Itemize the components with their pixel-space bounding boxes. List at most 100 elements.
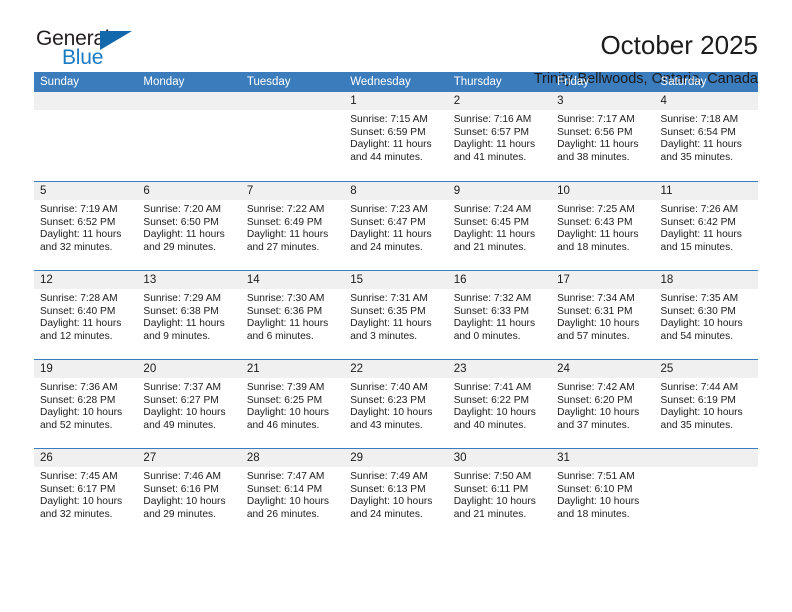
calendar-day-cell[interactable]: 17 Sunrise: 7:34 AM Sunset: 6:31 PM Dayligh… — [551, 271, 655, 359]
daylight-text-line2: and 43 minutes. — [350, 419, 423, 431]
calendar-day-cell[interactable]: 30 Sunrise: 7:50 AM Sunset: 6:11 PM Dayligh… — [447, 449, 552, 537]
sunrise-text: Sunrise: 7:37 AM — [143, 382, 222, 393]
day-number: 27 — [137, 449, 241, 467]
daylight-text-line1: Daylight: 11 hours — [143, 229, 225, 241]
calendar-day-cell[interactable]: 13 Sunrise: 7:29 AM Sunset: 6:38 PM Dayligh… — [137, 271, 241, 359]
calendar-day-cell[interactable]: 31 Sunrise: 7:51 AM Sunset: 6:10 PM Dayligh… — [551, 449, 655, 537]
day-number — [34, 92, 138, 110]
calendar-day-cell[interactable]: 27 Sunrise: 7:46 AM Sunset: 6:16 PM Dayligh… — [137, 449, 241, 537]
sunset-text: Sunset: 6:20 PM — [557, 394, 633, 406]
sunset-text: Sunset: 6:36 PM — [246, 305, 323, 317]
daylight-text-line2: and 35 minutes. — [660, 419, 734, 431]
sunset-text: Sunset: 6:54 PM — [660, 126, 736, 138]
day-number: 4 — [654, 92, 758, 110]
sunset-text: Sunset: 6:47 PM — [350, 216, 426, 228]
day-number: 5 — [34, 182, 138, 200]
sunrise-text: Sunrise: 7:44 AM — [660, 382, 739, 393]
sunrise-text: Sunrise: 7:18 AM — [660, 114, 739, 125]
calendar-day-cell[interactable]: 16 Sunrise: 7:32 AM Sunset: 6:33 PM Dayligh… — [447, 271, 552, 359]
calendar-day-cell[interactable]: 11 Sunrise: 7:26 AM Sunset: 6:42 PM Dayligh… — [654, 182, 758, 270]
calendar-day-cell[interactable]: 20 Sunrise: 7:37 AM Sunset: 6:27 PM Dayligh… — [137, 360, 241, 448]
calendar-day-cell[interactable]: 18 Sunrise: 7:35 AM Sunset: 6:30 PM Dayligh… — [654, 271, 758, 359]
day-number: 1 — [344, 92, 448, 110]
calendar-day-cell[interactable]: 1 Sunrise: 7:15 AM Sunset: 6:59 PM Daylight… — [344, 92, 448, 181]
sunset-text: Sunset: 6:17 PM — [40, 483, 116, 495]
calendar-day-cell[interactable]: 26 Sunrise: 7:45 AM Sunset: 6:17 PM Dayligh… — [34, 449, 138, 537]
sunrise-text: Sunrise: 7:26 AM — [660, 204, 739, 215]
day-sun-info: Sunrise: 7:41 AM Sunset: 6:22 PM Daylight:… — [448, 378, 551, 432]
sunset-text: Sunset: 6:43 PM — [557, 216, 633, 228]
calendar-day-cell[interactable]: 28 Sunrise: 7:47 AM Sunset: 6:14 PM Dayligh… — [240, 449, 345, 537]
sunrise-text: Sunrise: 7:42 AM — [557, 382, 635, 393]
day-sun-info: Sunrise: 7:25 AM Sunset: 6:43 PM Daylight:… — [551, 200, 654, 254]
day-sun-info: Sunrise: 7:40 AM Sunset: 6:23 PM Daylight:… — [344, 378, 447, 432]
sunset-text: Sunset: 6:27 PM — [143, 394, 219, 406]
sunrise-text: Sunrise: 7:15 AM — [350, 114, 428, 125]
daylight-text-line1: Daylight: 11 hours — [246, 318, 329, 330]
day-sun-info: Sunrise: 7:17 AM Sunset: 6:56 PM Daylight:… — [551, 110, 654, 164]
page-title: October 2025 — [600, 30, 758, 60]
calendar-day-cell[interactable]: 7 Sunrise: 7:22 AM Sunset: 6:49 PM Daylight… — [240, 182, 345, 270]
calendar-day-cell[interactable]: 22 Sunrise: 7:40 AM Sunset: 6:23 PM Dayligh… — [344, 360, 448, 448]
daylight-text-line2: and 6 minutes. — [246, 330, 314, 342]
calendar-day-cell[interactable]: 6 Sunrise: 7:20 AM Sunset: 6:50 PM Daylight… — [137, 182, 241, 270]
day-number: 3 — [551, 92, 655, 110]
sunset-text: Sunset: 6:30 PM — [660, 305, 736, 317]
calendar-day-cell[interactable]: 5 Sunrise: 7:19 AM Sunset: 6:52 PM Daylight… — [34, 182, 138, 270]
day-sun-info: Sunrise: 7:24 AM Sunset: 6:45 PM Daylight:… — [448, 200, 551, 254]
general-blue-logo[interactable]: General Blue — [36, 28, 156, 74]
calendar-day-cell[interactable]: 23 Sunrise: 7:41 AM Sunset: 6:22 PM Dayligh… — [447, 360, 552, 448]
sunrise-text: Sunrise: 7:45 AM — [40, 471, 118, 482]
calendar-day-cell[interactable]: 25 Sunrise: 7:44 AM Sunset: 6:19 PM Dayligh… — [654, 360, 758, 448]
calendar-day-cell[interactable]: 21 Sunrise: 7:39 AM Sunset: 6:25 PM Dayligh… — [240, 360, 345, 448]
daylight-text-line1: Daylight: 10 hours — [246, 496, 329, 508]
calendar-day-cell[interactable]: 14 Sunrise: 7:30 AM Sunset: 6:36 PM Dayligh… — [240, 271, 345, 359]
day-number: 20 — [137, 360, 241, 378]
daylight-text-line2: and 24 minutes. — [350, 241, 423, 253]
day-number: 18 — [654, 271, 758, 289]
calendar-day-cell[interactable]: 8 Sunrise: 7:23 AM Sunset: 6:47 PM Daylight… — [344, 182, 448, 270]
day-number: 14 — [240, 271, 345, 289]
daylight-text-line1: Daylight: 11 hours — [246, 229, 329, 241]
calendar-day-cell[interactable]: 29 Sunrise: 7:49 AM Sunset: 6:13 PM Dayligh… — [344, 449, 448, 537]
daylight-text-line1: Daylight: 10 hours — [557, 496, 640, 508]
daylight-text-line1: Daylight: 11 hours — [350, 229, 432, 241]
calendar-day-cell[interactable]: 2 Sunrise: 7:16 AM Sunset: 6:57 PM Daylight… — [447, 92, 552, 181]
calendar-day-cell-empty — [654, 449, 758, 537]
calendar-day-cell[interactable]: 10 Sunrise: 7:25 AM Sunset: 6:43 PM Dayligh… — [551, 182, 655, 270]
day-sun-info: Sunrise: 7:45 AM Sunset: 6:17 PM Daylight:… — [34, 467, 137, 521]
daylight-text-line2: and 26 minutes. — [246, 508, 320, 520]
sunrise-text: Sunrise: 7:24 AM — [453, 204, 532, 215]
sunset-text: Sunset: 6:56 PM — [557, 126, 633, 138]
day-sun-info: Sunrise: 7:19 AM Sunset: 6:52 PM Daylight:… — [34, 200, 137, 254]
sunrise-text: Sunrise: 7:22 AM — [246, 204, 325, 215]
sunrise-text: Sunrise: 7:23 AM — [350, 204, 428, 215]
daylight-text-line1: Daylight: 10 hours — [557, 318, 640, 330]
calendar-day-cell[interactable]: 24 Sunrise: 7:42 AM Sunset: 6:20 PM Dayligh… — [551, 360, 655, 448]
calendar-day-cell-empty — [240, 92, 345, 181]
daylight-text-line1: Daylight: 11 hours — [557, 229, 639, 241]
sunset-text: Sunset: 6:35 PM — [350, 305, 426, 317]
calendar-day-cell[interactable]: 9 Sunrise: 7:24 AM Sunset: 6:45 PM Daylight… — [447, 182, 552, 270]
sunrise-text: Sunrise: 7:32 AM — [453, 293, 532, 304]
daylight-text-line1: Daylight: 11 hours — [350, 318, 432, 330]
sunrise-text: Sunrise: 7:31 AM — [350, 293, 428, 304]
calendar-day-cell[interactable]: 4 Sunrise: 7:18 AM Sunset: 6:54 PM Daylight… — [654, 92, 758, 181]
day-number: 11 — [654, 182, 758, 200]
day-number: 9 — [447, 182, 552, 200]
day-sun-info: Sunrise: 7:31 AM Sunset: 6:35 PM Daylight:… — [344, 289, 447, 343]
calendar-day-cell[interactable]: 12 Sunrise: 7:28 AM Sunset: 6:40 PM Dayligh… — [34, 271, 138, 359]
daylight-text-line1: Daylight: 10 hours — [350, 407, 433, 419]
day-number — [654, 449, 758, 467]
day-sun-info: Sunrise: 7:30 AM Sunset: 6:36 PM Daylight:… — [241, 289, 344, 343]
calendar-day-cell[interactable]: 3 Sunrise: 7:17 AM Sunset: 6:56 PM Daylight… — [551, 92, 655, 181]
daylight-text-line1: Daylight: 10 hours — [246, 407, 329, 419]
calendar-day-cell[interactable]: 19 Sunrise: 7:36 AM Sunset: 6:28 PM Dayligh… — [34, 360, 138, 448]
calendar-day-cell[interactable]: 15 Sunrise: 7:31 AM Sunset: 6:35 PM Dayligh… — [344, 271, 448, 359]
day-sun-info: Sunrise: 7:39 AM Sunset: 6:25 PM Daylight:… — [241, 378, 344, 432]
weekday-header-monday: Monday — [143, 76, 185, 88]
daylight-text-line2: and 49 minutes. — [143, 419, 216, 431]
weekday-header-saturday: Saturday — [660, 76, 707, 88]
daylight-text-line1: Daylight: 11 hours — [350, 139, 432, 151]
calendar-page: General Blue October 2025 Trinity-Bellwo… — [0, 0, 792, 612]
